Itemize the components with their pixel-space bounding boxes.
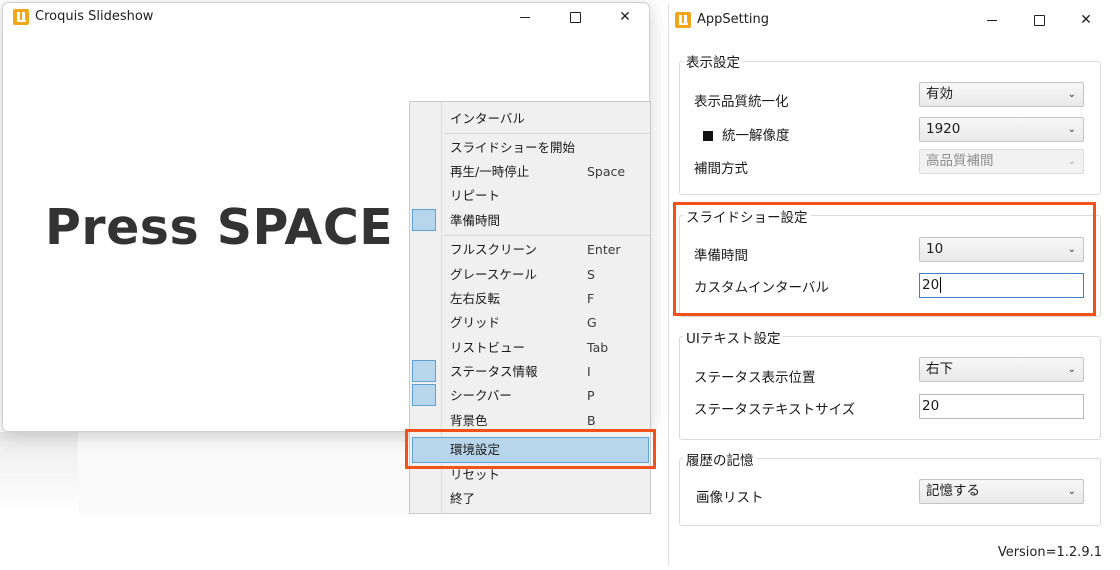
image-list-label: 画像リスト bbox=[696, 490, 764, 506]
image-list-select[interactable]: 記憶する ⌄ bbox=[919, 479, 1084, 504]
highlight-annotation-slideshow-settings bbox=[673, 202, 1096, 316]
unify-resolution-text: 統一解像度 bbox=[722, 128, 790, 144]
menu-item-label: 再生/一時停止 bbox=[450, 164, 530, 179]
close-button[interactable] bbox=[602, 3, 648, 31]
menu-item-label: 左右反転 bbox=[450, 291, 501, 306]
menu-item-shortcut: S bbox=[587, 267, 595, 282]
chevron-down-icon: ⌄ bbox=[1067, 364, 1076, 375]
select-value: 右下 bbox=[926, 361, 953, 377]
status-position-label: ステータス表示位置 bbox=[694, 370, 816, 386]
menu-item-label: インターバル bbox=[450, 111, 525, 126]
menu-item-play-pause[interactable]: 再生/一時停止 Space bbox=[450, 161, 650, 183]
status-position-select[interactable]: 右下 ⌄ bbox=[919, 357, 1084, 382]
menu-item-shortcut: P bbox=[587, 388, 595, 403]
menu-item-start-slideshow[interactable]: スライドショーを開始 bbox=[450, 137, 650, 159]
menu-item-grid[interactable]: グリッド G bbox=[450, 312, 650, 334]
history-title: 履歴の記憶 bbox=[683, 449, 757, 469]
menu-item-label: スライドショーを開始 bbox=[450, 140, 576, 155]
interpolation-label: 補間方式 bbox=[694, 161, 748, 177]
menu-item-label: 準備時間 bbox=[450, 213, 501, 228]
minimize-button[interactable] bbox=[969, 6, 1015, 34]
menu-item-shortcut: I bbox=[587, 364, 591, 379]
settings-title: AppSetting bbox=[697, 12, 769, 27]
menu-separator bbox=[444, 235, 650, 236]
press-space-text: Press SPACE bbox=[45, 199, 394, 256]
menu-item-shortcut: Enter bbox=[587, 242, 621, 257]
menu-item-fullscreen[interactable]: フルスクリーン Enter bbox=[450, 239, 650, 261]
menu-item-label: 終了 bbox=[450, 491, 476, 506]
chevron-down-icon: ⌄ bbox=[1067, 124, 1076, 135]
menu-item-label: フルスクリーン bbox=[450, 242, 537, 257]
check-indicator-seekbar bbox=[412, 384, 436, 406]
unify-resolution-select[interactable]: 1920 ⌄ bbox=[919, 117, 1084, 142]
menu-item-flip-horizontal[interactable]: 左右反転 F bbox=[450, 288, 650, 310]
close-button[interactable] bbox=[1063, 6, 1109, 34]
menu-item-seekbar[interactable]: シークバー P bbox=[450, 385, 650, 407]
menu-item-label: グリッド bbox=[450, 315, 501, 330]
display-settings-title: 表示設定 bbox=[683, 51, 743, 71]
window-shadow-inner bbox=[78, 432, 410, 514]
menu-item-label: グレースケール bbox=[450, 267, 537, 282]
square-bullet-icon bbox=[703, 131, 713, 141]
menu-item-label: シークバー bbox=[450, 388, 512, 403]
input-value: 20 bbox=[922, 398, 940, 414]
interpolation-select[interactable]: 高品質補間 ⌄ bbox=[919, 149, 1084, 174]
chevron-down-icon: ⌄ bbox=[1067, 89, 1076, 100]
select-value: 1920 bbox=[926, 121, 961, 137]
select-value: 記憶する bbox=[926, 483, 980, 499]
menu-item-label: ステータス情報 bbox=[450, 364, 538, 379]
menu-item-status-info[interactable]: ステータス情報 I bbox=[450, 361, 650, 383]
menu-item-label: リピート bbox=[450, 188, 501, 203]
select-value: 有効 bbox=[926, 86, 953, 102]
maximize-button[interactable] bbox=[1016, 6, 1062, 34]
menu-item-grayscale[interactable]: グレースケール S bbox=[450, 264, 650, 286]
menu-item-shortcut: F bbox=[587, 291, 595, 306]
menu-item-exit[interactable]: 終了 bbox=[450, 488, 650, 510]
highlight-annotation-preferences bbox=[405, 429, 656, 469]
status-text-size-input[interactable]: 20 bbox=[919, 394, 1084, 419]
unify-quality-label: 表示品質統一化 bbox=[694, 94, 789, 110]
menu-item-interval[interactable]: インターバル bbox=[450, 108, 650, 130]
chevron-down-icon: ⌄ bbox=[1067, 156, 1076, 167]
app-icon bbox=[13, 9, 29, 25]
menu-separator bbox=[444, 133, 650, 134]
maximize-button[interactable] bbox=[552, 3, 598, 31]
ui-text-settings-title: UIテキスト設定 bbox=[683, 327, 784, 347]
menu-item-repeat[interactable]: リピート bbox=[450, 185, 650, 207]
menu-item-prep-time[interactable]: 準備時間 bbox=[450, 210, 650, 232]
croquis-titlebar: Croquis Slideshow bbox=[3, 3, 649, 31]
status-text-size-label: ステータステキストサイズ bbox=[694, 402, 856, 418]
select-value: 高品質補間 bbox=[926, 153, 994, 169]
settings-titlebar: AppSetting bbox=[669, 4, 1112, 36]
unify-quality-select[interactable]: 有効 ⌄ bbox=[919, 82, 1084, 107]
croquis-title: Croquis Slideshow bbox=[35, 9, 154, 24]
menu-item-label: リストビュー bbox=[450, 340, 526, 355]
minimize-button[interactable] bbox=[502, 3, 548, 31]
version-label: Version=1.2.9.1 bbox=[997, 545, 1102, 560]
ui-text-settings-group bbox=[679, 336, 1101, 440]
check-indicator-prep-time bbox=[412, 209, 436, 231]
menu-item-shortcut: Tab bbox=[587, 340, 609, 355]
app-icon bbox=[675, 12, 691, 28]
menu-item-shortcut: G bbox=[587, 315, 597, 330]
check-indicator-status-info bbox=[412, 360, 436, 382]
menu-item-list-view[interactable]: リストビュー Tab bbox=[450, 337, 650, 359]
menu-item-shortcut: Space bbox=[587, 164, 626, 179]
unify-resolution-label: 統一解像度 bbox=[703, 124, 790, 144]
chevron-down-icon: ⌄ bbox=[1067, 486, 1076, 497]
